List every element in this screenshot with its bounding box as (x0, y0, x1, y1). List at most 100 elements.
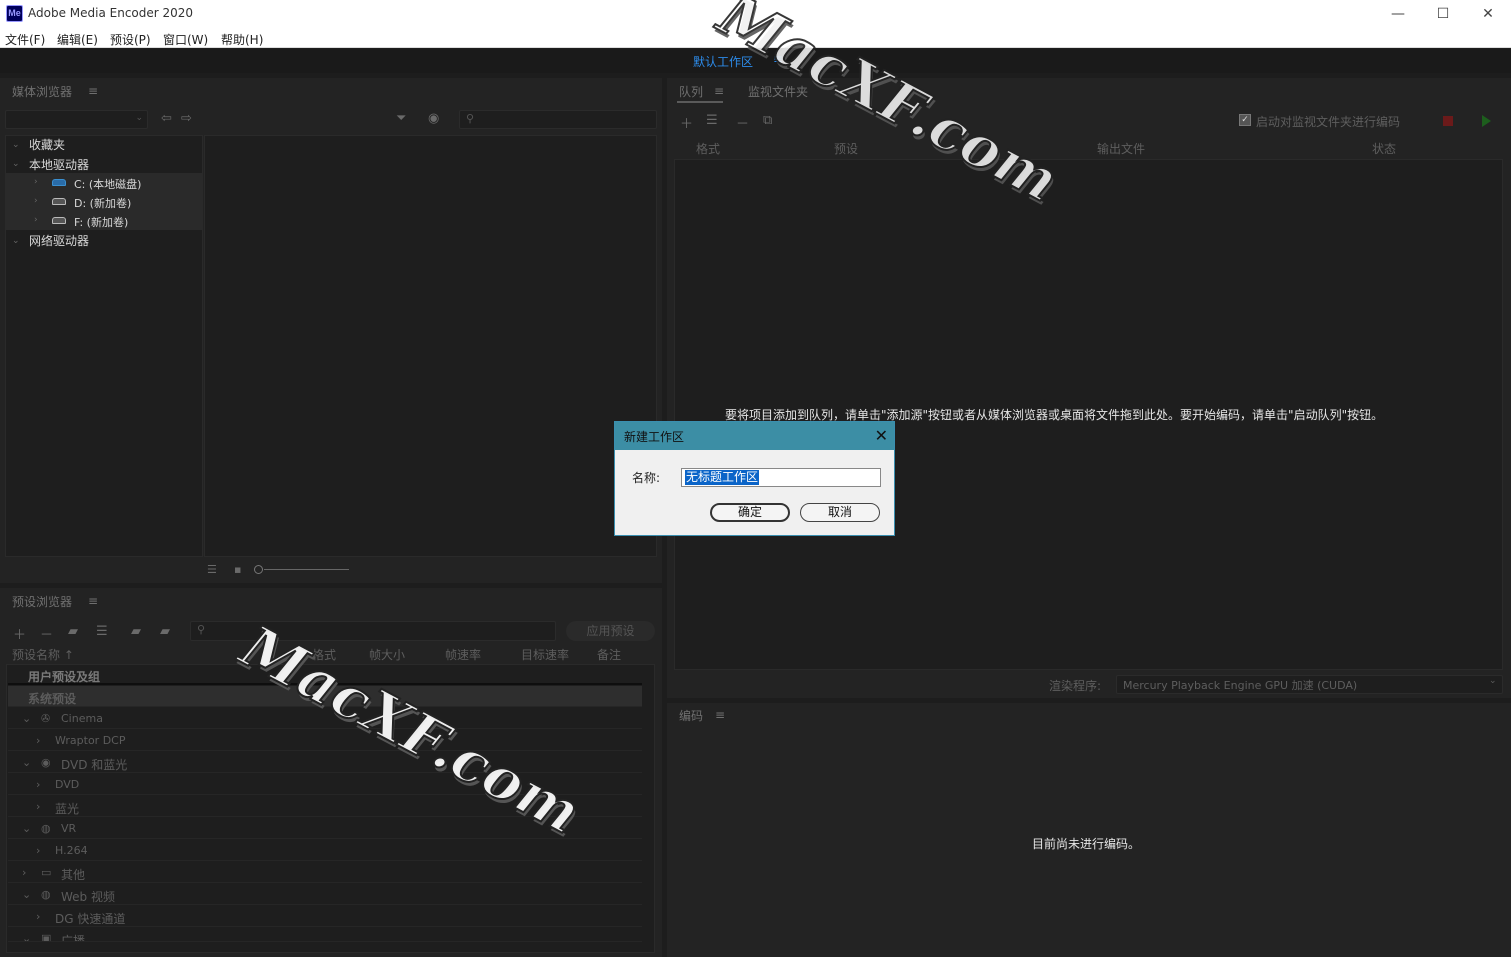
new-workspace-dialog: 新建工作区 ✕ 名称: 无标题工作区 确定 取消 (614, 421, 895, 536)
maximize-button[interactable]: ☐ (1420, 0, 1466, 28)
zoom-slider-handle[interactable] (254, 565, 263, 574)
broadcast-icon: ▣ (41, 932, 52, 942)
list-item[interactable]: › Wraptor DCP (8, 730, 642, 751)
zoom-slider-track[interactable] (264, 569, 349, 570)
duplicate-icon[interactable]: ⧉ (763, 113, 772, 128)
column-frame-size[interactable]: 帧大小 (369, 646, 405, 663)
selected-text: 无标题工作区 (685, 470, 760, 485)
list-item[interactable]: › H.264 (8, 840, 642, 861)
name-label: 名称: (632, 471, 661, 485)
remove-icon[interactable]: － (736, 113, 749, 132)
chevron-down-icon[interactable]: ⌄ (12, 236, 20, 246)
chevron-right-icon[interactable]: › (34, 177, 38, 187)
chevron-right-icon: › (22, 866, 27, 879)
chevron-down-icon: ⌄ (135, 113, 143, 123)
search-icon: ⚲ (197, 623, 206, 636)
chevron-right-icon[interactable]: › (34, 196, 38, 206)
preset-browser-menu-icon[interactable]: ≡ (88, 594, 98, 608)
queue-menu-icon[interactable]: ≡ (714, 84, 724, 98)
cancel-button[interactable]: 取消 (800, 503, 880, 522)
chevron-down-icon: ⌄ (22, 712, 32, 725)
menu-edit[interactable]: 编辑(E) (57, 31, 98, 48)
chevron-down-icon: ⌄ (22, 756, 32, 769)
chevron-right-icon: › (36, 800, 41, 813)
chevron-right-icon[interactable]: › (34, 215, 38, 225)
tree-network-drives[interactable]: 网络驱动器 (29, 232, 89, 249)
column-preset-name[interactable]: 预设名称 ↑ (12, 646, 74, 663)
new-group-icon[interactable]: ▰ (68, 624, 78, 639)
chevron-right-icon: › (36, 844, 41, 857)
preset-settings-icon[interactable]: ☰ (96, 624, 108, 639)
media-browser-menu-icon[interactable]: ≡ (88, 84, 98, 98)
encoding-menu-icon[interactable]: ≡ (715, 708, 725, 722)
auto-encode-checkbox[interactable]: ✓ (1239, 114, 1251, 126)
export-preset-icon[interactable]: ▰ (160, 624, 170, 639)
column-status[interactable]: 状态 (1372, 140, 1396, 157)
ok-button[interactable]: 确定 (710, 503, 790, 522)
auto-encode-label: 启动对监视文件夹进行编码 (1256, 115, 1401, 129)
stop-queue-button[interactable] (1443, 116, 1453, 126)
chevron-down-icon: ⌄ (22, 888, 32, 901)
tree-local-drives[interactable]: 本地驱动器 (29, 156, 89, 173)
preset-search-input[interactable]: ⚲ (190, 621, 556, 641)
list-item[interactable]: › ▭ 其他 (8, 862, 642, 883)
view-icon[interactable]: ◉ (428, 111, 439, 126)
close-icon[interactable]: ✕ (875, 426, 888, 445)
add-source-icon[interactable]: ＋ (680, 113, 693, 132)
tree-drive-f[interactable]: F: (新加卷) (74, 214, 128, 230)
chevron-right-icon: › (36, 778, 41, 791)
cinema-icon: ✇ (41, 712, 51, 725)
back-arrow-icon[interactable]: ⇦ (161, 111, 172, 126)
dialog-title: 新建工作区 (624, 430, 685, 444)
import-preset-icon[interactable]: ▰ (131, 624, 141, 639)
forward-arrow-icon[interactable]: ⇨ (181, 111, 192, 126)
menu-preset[interactable]: 预设(P) (110, 31, 151, 48)
dialog-title-bar: 新建工作区 ✕ (615, 422, 894, 450)
start-queue-button[interactable] (1482, 115, 1491, 127)
column-output-file[interactable]: 输出文件 (1097, 140, 1145, 157)
minimize-button[interactable]: — (1375, 0, 1421, 28)
list-item[interactable]: ⌄ ▣ 广播 (8, 928, 642, 942)
drive-icon (52, 217, 66, 224)
tab-queue[interactable]: 队列 (679, 83, 703, 100)
filter-icon[interactable]: ⏷ (396, 111, 406, 126)
new-preset-icon[interactable]: ＋ (13, 624, 26, 643)
column-preset[interactable]: 预设 (834, 140, 858, 157)
window-title: Adobe Media Encoder 2020 (28, 6, 194, 20)
column-comment[interactable]: 备注 (597, 646, 621, 663)
tree-favorites[interactable]: 收藏夹 (29, 136, 65, 153)
column-format[interactable]: 格式 (696, 140, 720, 157)
preset-settings-icon[interactable]: ☰ (706, 113, 718, 128)
encoding-tab[interactable]: 编码 (679, 707, 703, 724)
icon-view-icon[interactable]: ▪ (234, 563, 241, 576)
preset-browser-tab[interactable]: 预设浏览器 (12, 593, 72, 610)
chevron-down-icon[interactable]: ⌄ (12, 159, 20, 169)
app-icon: Me (6, 5, 23, 22)
list-view-icon[interactable]: ☰ (207, 563, 217, 576)
delete-preset-icon[interactable]: － (40, 624, 53, 643)
close-button[interactable]: ✕ (1465, 0, 1511, 28)
menu-help[interactable]: 帮助(H) (221, 31, 263, 48)
column-target-rate[interactable]: 目标速率 (521, 646, 569, 663)
workspace-name-input[interactable]: 无标题工作区 (681, 468, 881, 487)
list-item[interactable]: › DG 快速通道 (8, 906, 642, 927)
monitor-icon: ▭ (41, 866, 52, 879)
tree-drive-c[interactable]: C: (本地磁盘) (74, 176, 141, 192)
menu-window[interactable]: 窗口(W) (163, 31, 208, 48)
vr-headset-icon: ◍ (41, 822, 51, 835)
menu-file[interactable]: 文件(F) (5, 31, 45, 48)
chevron-down-icon: ⌄ (22, 822, 32, 835)
media-search-input[interactable]: ⚲ (459, 110, 657, 129)
media-browser-tab[interactable]: 媒体浏览器 (12, 83, 72, 100)
renderer-value: Mercury Playback Engine GPU 加速 (CUDA) (1123, 679, 1358, 692)
chevron-right-icon: › (36, 734, 41, 747)
file-view-area (204, 135, 657, 557)
list-item[interactable]: ⌄ ◍ Web 视频 (8, 884, 642, 905)
renderer-label: 渲染程序: (1049, 679, 1102, 693)
apply-preset-button[interactable]: 应用预设 (566, 621, 655, 641)
column-frame-rate[interactable]: 帧速率 (445, 646, 481, 663)
tree-drive-d[interactable]: D: (新加卷) (74, 195, 131, 211)
location-dropdown[interactable]: ⌄ (5, 110, 148, 129)
globe-icon: ◍ (41, 888, 51, 901)
chevron-down-icon[interactable]: ⌄ (12, 140, 20, 150)
